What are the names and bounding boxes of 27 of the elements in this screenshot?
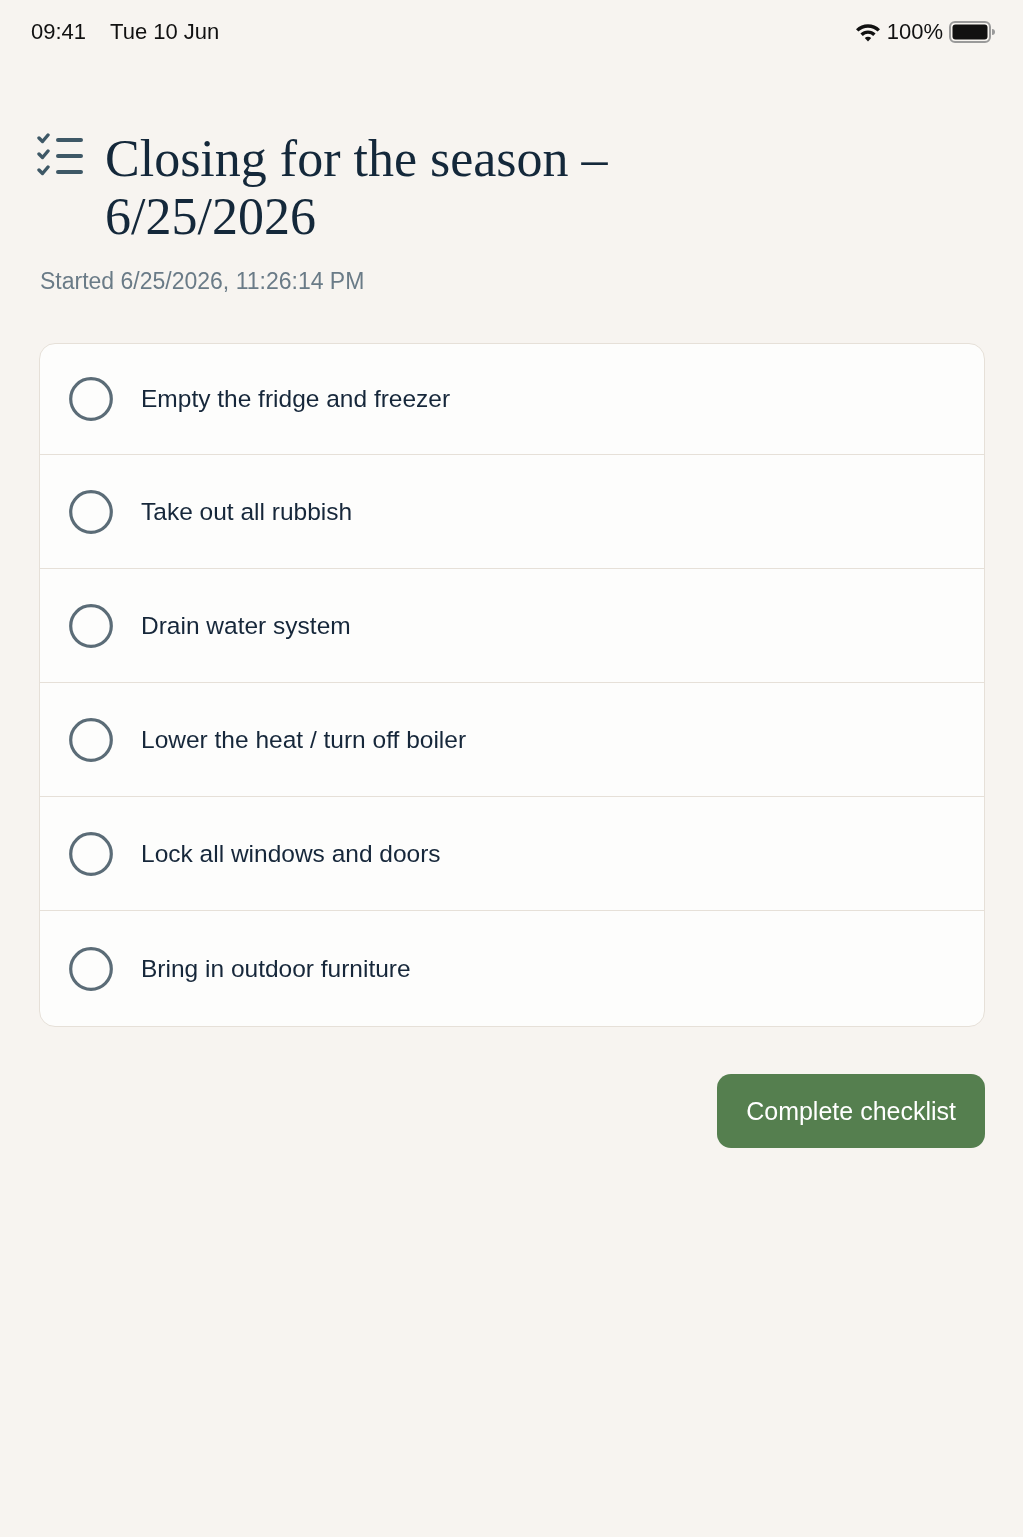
wifi-icon <box>854 22 881 42</box>
battery-percentage: 100% <box>886 18 943 46</box>
checklist-item[interactable]: Take out all rubbish <box>40 454 984 568</box>
item-label: Lower the heat / turn off boiler <box>141 725 467 754</box>
item-label: Take out all rubbish <box>141 497 353 526</box>
started-timestamp: Started 6/25/2026, 11:26:14 PM <box>39 267 366 296</box>
status-time: 09:41 <box>31 18 87 46</box>
item-label: Empty the fridge and freezer <box>141 385 451 413</box>
checklist-item[interactable]: Lower the heat / turn off boiler <box>40 682 984 796</box>
empty-circle-icon[interactable] <box>69 717 113 762</box>
empty-circle-icon[interactable] <box>69 831 113 876</box>
item-label: Lock all windows and doors <box>141 839 441 868</box>
empty-circle-icon[interactable] <box>69 489 113 534</box>
status-date: Tue 10 Jun <box>110 18 220 46</box>
battery-icon <box>949 21 995 43</box>
checklist-item[interactable]: Empty the fridge and freezer <box>40 344 984 454</box>
item-label: Drain water system <box>141 611 351 640</box>
checklist-item[interactable]: Bring in outdoor furniture <box>40 910 984 1026</box>
empty-circle-icon[interactable] <box>69 946 113 991</box>
checklist-title: Closing for the season – 6/25/2026 <box>105 130 609 246</box>
empty-circle-icon[interactable] <box>69 603 113 648</box>
item-label: Bring in outdoor furniture <box>141 954 411 983</box>
empty-circle-icon[interactable] <box>69 377 113 421</box>
checklist-icon <box>37 133 83 177</box>
checklist-item[interactable]: Drain water system <box>40 568 984 682</box>
checklist-item[interactable]: Lock all windows and doors <box>40 796 984 910</box>
complete-checklist-button[interactable]: Complete checklist <box>717 1074 985 1148</box>
